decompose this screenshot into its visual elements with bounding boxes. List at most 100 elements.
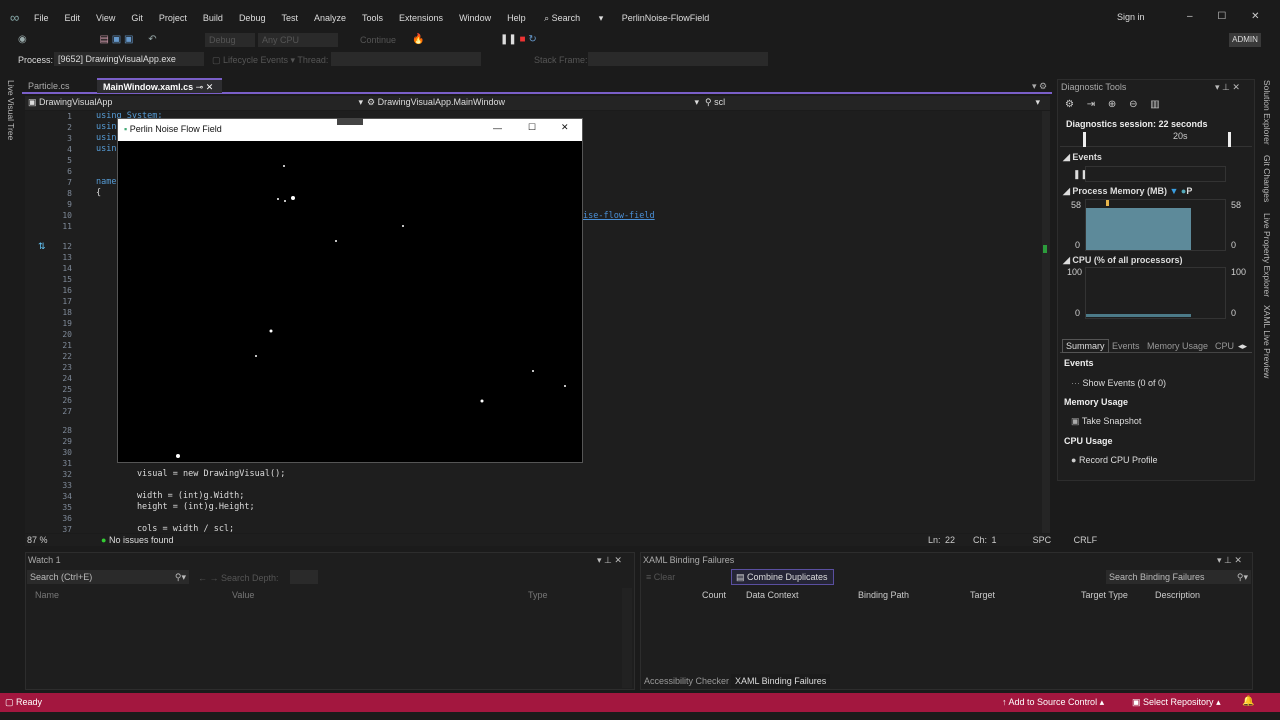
close-icon[interactable]: ✕	[1251, 11, 1259, 22]
code-line[interactable]: usin	[96, 122, 116, 132]
open-folder-icon[interactable]: ▤	[100, 34, 109, 45]
zoom-in-icon[interactable]: ⊕	[1108, 99, 1116, 110]
col-target-type[interactable]: Target Type	[1081, 590, 1128, 600]
lifecycle-events[interactable]: ▢ Lifecycle Events ▾ Thread:	[212, 55, 328, 66]
menu-tools[interactable]: Tools	[362, 13, 383, 23]
xaml-panel-controls[interactable]: ▾ ⊥ ✕	[1217, 555, 1242, 566]
back-icon[interactable]: ◉	[18, 34, 27, 45]
search-depth-dropdown[interactable]	[290, 570, 318, 584]
col-count[interactable]: Count	[702, 590, 726, 600]
watch-col-name[interactable]: Name	[35, 590, 59, 600]
save-all-icon[interactable]: ▣	[124, 34, 133, 45]
clear-button[interactable]: ≡ Clear	[646, 572, 675, 582]
live-visual-tree-tab[interactable]: Live Visual Tree	[6, 80, 16, 140]
tab-overflow-icon[interactable]: ▾ ⚙	[1032, 81, 1047, 92]
minimize-icon[interactable]: –	[1187, 11, 1193, 22]
col-description[interactable]: Description	[1155, 590, 1200, 600]
settings-icon[interactable]: ⚙	[1065, 99, 1074, 110]
menu-analyze[interactable]: Analyze	[314, 13, 346, 23]
solution-explorer-tab[interactable]: Solution Explorer	[1262, 80, 1272, 145]
member-dropdown[interactable]: ⚲ scl ▾	[705, 97, 1040, 108]
hot-reload-icon[interactable]: 🔥	[412, 34, 424, 45]
xaml-live-preview-tab[interactable]: XAML Live Preview	[1262, 305, 1272, 378]
code-link[interactable]: ise-flow-field	[583, 211, 655, 221]
tab-accessibility-checker[interactable]: Accessibility Checker	[644, 676, 729, 686]
tab-events[interactable]: Events	[1112, 341, 1140, 351]
perlin-app-window[interactable]: ▪ Perlin Noise Flow Field — ☐ ✕	[117, 118, 583, 463]
menu-view[interactable]: View	[96, 13, 115, 23]
watch-search-input[interactable]: Search (Ctrl+E) ⚲▾	[27, 570, 189, 584]
watch-panel-controls[interactable]: ▾ ⊥ ✕	[597, 555, 622, 566]
project-dropdown[interactable]: ▣ DrawingVisualApp ▾	[28, 97, 363, 108]
tab-particle[interactable]: Particle.cs	[28, 81, 70, 91]
pin-icon[interactable]: ⊸	[196, 82, 204, 92]
watch-scrollbar[interactable]	[622, 588, 632, 688]
memory-section[interactable]: ◢ Process Memory (MB) ▼ ●P	[1063, 186, 1192, 197]
menu-extensions[interactable]: Extensions	[399, 13, 443, 23]
thread-dropdown[interactable]	[331, 52, 481, 66]
class-dropdown[interactable]: ⚙ DrawingVisualApp.MainWindow ▾	[367, 97, 699, 108]
zoom-out-icon[interactable]: ⊖	[1129, 99, 1137, 110]
stop-icon[interactable]: ■	[520, 34, 526, 45]
code-line[interactable]: usin	[96, 144, 116, 154]
pause-icon[interactable]: ❚❚	[500, 34, 517, 45]
tab-memory-usage[interactable]: Memory Usage	[1147, 341, 1208, 351]
col-target[interactable]: Target	[970, 590, 995, 600]
record-cpu-button[interactable]: ● Record CPU Profile	[1071, 455, 1157, 465]
search-button[interactable]: ⌕ Search ▾	[544, 13, 603, 23]
menu-file[interactable]: File	[34, 13, 49, 23]
export-icon[interactable]: ⇥	[1087, 99, 1095, 110]
code-line[interactable]: width = (int)g.Width;	[96, 491, 244, 501]
debug-toolbar-handle[interactable]	[337, 118, 363, 125]
zoom-level[interactable]: 87 %	[27, 535, 48, 545]
show-events-link[interactable]: ⋯ Show Events (0 of 0)	[1071, 378, 1166, 389]
app-minimize-icon[interactable]: —	[493, 123, 502, 133]
code-line[interactable]: cols = width / scl;	[96, 524, 234, 534]
restart-icon[interactable]: ↻	[528, 34, 536, 45]
app-close-icon[interactable]: ✕	[561, 122, 569, 133]
close-tab-icon[interactable]: ✕	[206, 82, 214, 92]
menu-test[interactable]: Test	[281, 13, 298, 23]
tab-mainwindow[interactable]: MainWindow.xaml.cs ⊸ ✕	[97, 78, 222, 93]
watch-col-type[interactable]: Type	[528, 590, 548, 600]
code-line[interactable]: visual = new DrawingVisual();	[96, 469, 285, 479]
code-line[interactable]: height = (int)g.Height;	[96, 502, 255, 512]
take-snapshot-button[interactable]: ▣ Take Snapshot	[1071, 416, 1141, 427]
timeline-ruler[interactable]: 20s	[1060, 131, 1252, 147]
git-changes-tab[interactable]: Git Changes	[1262, 155, 1272, 202]
menu-edit[interactable]: Edit	[65, 13, 81, 23]
tab-cpu[interactable]: CPU	[1215, 341, 1234, 351]
tab-xaml-binding-failures[interactable]: XAML Binding Failures	[731, 674, 831, 688]
chart-icon[interactable]: ▥	[1150, 99, 1159, 110]
binding-search-input[interactable]: Search Binding Failures ⚲▾	[1106, 570, 1251, 584]
platform-dropdown[interactable]: Any CPU	[258, 33, 338, 47]
combine-duplicates-toggle[interactable]: ▤ Combine Duplicates	[731, 569, 834, 585]
process-dropdown[interactable]: [9652] DrawingVisualApp.exe	[54, 52, 204, 66]
notifications-icon[interactable]: 🔔	[1242, 696, 1254, 707]
continue-button[interactable]: Continue	[360, 35, 396, 45]
line-endings[interactable]: CRLF	[1074, 535, 1098, 545]
issues-indicator[interactable]: ● No issues found	[101, 535, 174, 545]
codelens-icon[interactable]: ⇅	[38, 241, 46, 252]
col-binding-path[interactable]: Binding Path	[858, 590, 909, 600]
menu-debug[interactable]: Debug	[239, 13, 266, 23]
indent-mode[interactable]: SPC	[1033, 535, 1052, 545]
col-data-context[interactable]: Data Context	[746, 590, 799, 600]
panel-controls[interactable]: ▾ ⊥ ✕	[1215, 82, 1240, 93]
watch-col-value[interactable]: Value	[232, 590, 254, 600]
menu-window[interactable]: Window	[459, 13, 491, 23]
tab-scroll-icon[interactable]: ◂▸	[1238, 341, 1247, 352]
menu-build[interactable]: Build	[203, 13, 223, 23]
live-property-explorer-tab[interactable]: Live Property Explorer	[1262, 213, 1272, 297]
cpu-section[interactable]: ◢ CPU (% of all processors)	[1063, 255, 1182, 266]
code-line[interactable]: {	[96, 188, 101, 198]
stack-frame-dropdown[interactable]	[588, 52, 768, 66]
select-repository[interactable]: ▣ Select Repository ▴	[1132, 697, 1221, 708]
sign-in-link[interactable]: Sign in	[1117, 12, 1145, 22]
events-section[interactable]: ◢ Events	[1063, 152, 1102, 163]
tab-summary[interactable]: Summary	[1062, 339, 1109, 353]
menu-project[interactable]: Project	[159, 13, 187, 23]
save-icon[interactable]: ▣	[112, 34, 121, 45]
maximize-icon[interactable]: ☐	[1217, 11, 1226, 22]
menu-help[interactable]: Help	[507, 13, 526, 23]
